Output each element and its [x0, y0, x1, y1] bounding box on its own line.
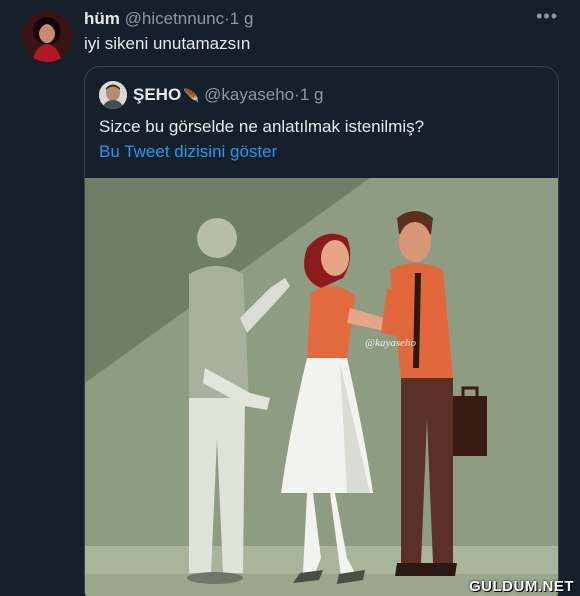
quoted-avatar-image	[99, 81, 127, 109]
quoted-tweet-header: ŞEHO 🪶 @kayaseho·1 g	[133, 84, 323, 107]
show-thread-link[interactable]: Bu Tweet dizisini göster	[99, 141, 277, 163]
image-watermark: @kayaseho	[365, 337, 417, 349]
quoted-tweet-timestamp[interactable]: 1 g	[300, 85, 324, 104]
quoted-user-avatar[interactable]	[99, 81, 127, 109]
more-options-button[interactable]: •••	[536, 6, 558, 27]
tweet-header: hüm @hicetnnunc·1 g	[84, 9, 253, 29]
quoted-tweet-image[interactable]: @kayaseho	[85, 178, 559, 596]
quoted-tweet[interactable]: ŞEHO 🪶 @kayaseho·1 g Sizce bu görselde ne…	[84, 66, 559, 596]
more-horizontal-icon: •••	[536, 6, 558, 26]
user-avatar[interactable]	[22, 11, 73, 62]
tweet-timestamp[interactable]: 1 g	[230, 9, 254, 28]
site-watermark: GULDUM.NET	[469, 578, 574, 595]
user-handle[interactable]: @hicetnnunc	[125, 9, 225, 28]
quoted-user-name[interactable]: ŞEHO	[133, 85, 181, 104]
feather-icon: 🪶	[183, 88, 200, 103]
quoted-tweet-text: Sizce bu görselde ne anlatılmak istenilm…	[99, 117, 425, 136]
user-name[interactable]: hüm	[84, 9, 120, 28]
quoted-user-handle[interactable]: @kayaseho	[204, 85, 294, 104]
tweet[interactable]: hüm @hicetnnunc·1 g ••• iyi sikeni unuta…	[0, 0, 580, 596]
avatar-image	[22, 11, 73, 62]
tweet-text: iyi sikeni unutamazsın	[84, 34, 251, 53]
